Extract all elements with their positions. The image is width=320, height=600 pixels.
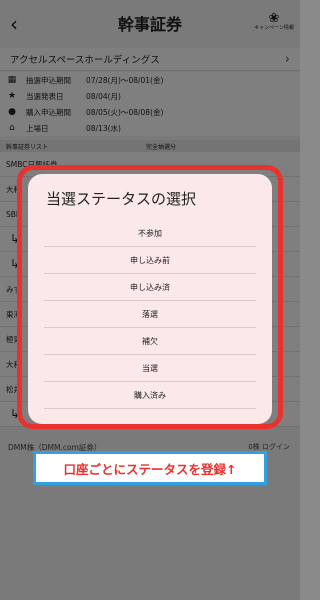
status-option[interactable]: 申し込み前 [44, 247, 256, 274]
status-option[interactable]: 購入済み [44, 382, 256, 409]
banner-text: 口座ごとにステータスを登録↑ [63, 461, 237, 477]
status-option[interactable]: 不参加 [44, 220, 256, 247]
status-option[interactable]: 当選 [44, 355, 256, 382]
status-option[interactable]: 補欠 [44, 328, 256, 355]
status-option[interactable]: 落選 [44, 301, 256, 328]
status-select-modal: 当選ステータスの選択 不参加 申し込み前 申し込み済 落選 補欠 当選 購入済み [28, 174, 272, 424]
status-options: 不参加 申し込み前 申し込み済 落選 補欠 当選 購入済み [44, 220, 256, 409]
status-option[interactable]: 申し込み済 [44, 274, 256, 301]
instruction-banner: 口座ごとにステータスを登録↑ [33, 451, 267, 485]
modal-title: 当選ステータスの選択 [46, 190, 197, 208]
